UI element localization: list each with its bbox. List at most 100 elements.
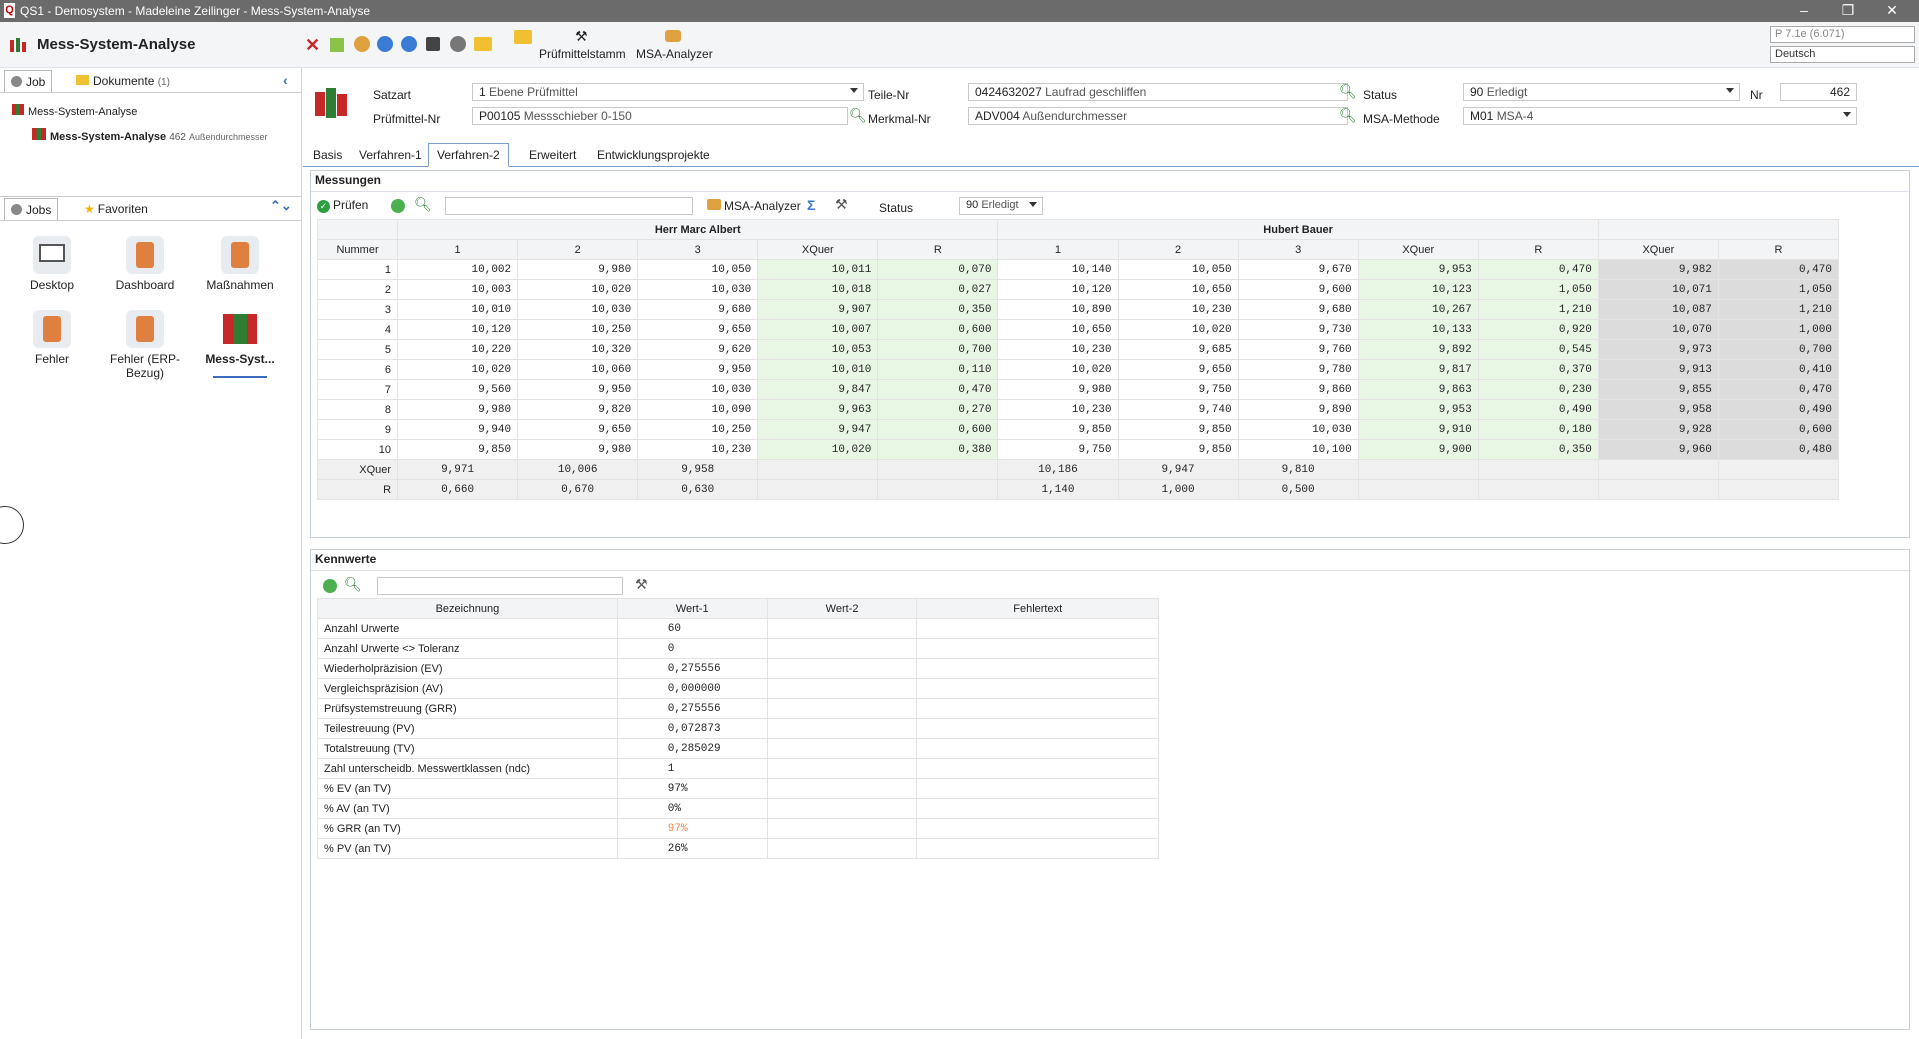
- measurement-cell[interactable]: 9,950: [637, 359, 759, 380]
- column-header[interactable]: 3: [1237, 239, 1359, 260]
- measurement-cell[interactable]: 9,980: [997, 379, 1119, 400]
- kennwert-name[interactable]: Vergleichspräzision (AV): [317, 678, 618, 699]
- fehlertext-cell[interactable]: [916, 618, 1159, 639]
- measurement-cell[interactable]: 9,817: [1357, 359, 1479, 380]
- measurement-cell[interactable]: 10,007: [757, 319, 879, 340]
- fehlertext-cell[interactable]: [916, 678, 1159, 699]
- measurement-cell[interactable]: 0,470: [1717, 259, 1840, 280]
- job-dashboard[interactable]: Dashboard: [100, 236, 190, 292]
- table-row[interactable]: 8 9,980 9,820 10,090 9,963 0,270 10,230 9,740 9,…: [316, 399, 1840, 420]
- fehlertext-cell[interactable]: [916, 658, 1159, 679]
- kennwert-value[interactable]: 97%: [616, 778, 768, 799]
- measurement-cell[interactable]: 9,650: [517, 419, 639, 440]
- tools-icon[interactable]: ⚒: [835, 196, 848, 213]
- fehlertext-cell[interactable]: [916, 778, 1159, 799]
- kennwert-value[interactable]: 0,275556: [616, 658, 768, 679]
- measurement-cell[interactable]: 0,920: [1477, 319, 1599, 340]
- kennwert-name[interactable]: Anzahl Urwerte <> Toleranz: [317, 638, 618, 659]
- kennwert-name[interactable]: Anzahl Urwerte: [317, 618, 618, 639]
- measurement-cell[interactable]: 9,740: [1117, 399, 1239, 420]
- measurement-cell[interactable]: 9,953: [1357, 399, 1479, 420]
- tab-jobs[interactable]: Jobs: [4, 198, 59, 220]
- kennwert-value[interactable]: 1: [616, 758, 768, 779]
- measurement-cell[interactable]: 10,020: [1117, 319, 1239, 340]
- search-icon[interactable]: 🔍︎: [344, 576, 362, 593]
- table-row[interactable]: Totalstreuung (TV) 0,285029: [317, 738, 1159, 759]
- wert-2-cell[interactable]: [766, 738, 918, 759]
- tab-entwicklungsprojekte[interactable]: Entwicklungsprojekte: [593, 148, 714, 162]
- wert-2-cell[interactable]: [766, 818, 918, 839]
- column-header[interactable]: Bezeichnung: [317, 598, 618, 619]
- kennwert-name[interactable]: Teilestreuung (PV): [317, 718, 618, 739]
- measurement-cell[interactable]: 9,863: [1357, 379, 1479, 400]
- measurement-cell[interactable]: 10,087: [1597, 299, 1719, 320]
- measurement-cell[interactable]: 0,270: [877, 399, 999, 420]
- measurement-cell[interactable]: 10,003: [397, 279, 519, 300]
- measurement-cell[interactable]: 9,980: [517, 439, 639, 460]
- nr-field[interactable]: 462: [1780, 83, 1857, 101]
- folder-icon[interactable]: [474, 37, 492, 51]
- table-row[interactable]: Zahl unterscheidb. Messwertklassen (ndc)…: [317, 758, 1159, 779]
- column-header[interactable]: R: [877, 239, 999, 260]
- row-number[interactable]: 10: [316, 439, 399, 460]
- measurement-cell[interactable]: 10,230: [637, 439, 759, 460]
- table-row[interactable]: Anzahl Urwerte <> Toleranz 0: [317, 638, 1159, 659]
- row-number[interactable]: 8: [316, 399, 399, 420]
- table-row[interactable]: 7 9,560 9,950 10,030 9,847 0,470 9,980 9,750 9,8…: [316, 379, 1840, 400]
- measurement-cell[interactable]: 10,090: [637, 399, 759, 420]
- measurement-cell[interactable]: 9,850: [997, 419, 1119, 440]
- kennwert-name[interactable]: Prüfsystemstreuung (GRR): [317, 698, 618, 719]
- measurement-cell[interactable]: 0,545: [1477, 339, 1599, 360]
- measurement-cell[interactable]: 9,947: [757, 419, 879, 440]
- column-header[interactable]: Fehlertext: [916, 598, 1159, 619]
- fehlertext-cell[interactable]: [916, 758, 1159, 779]
- teile-field[interactable]: 0424632027 Laufrad geschliffen: [968, 83, 1348, 101]
- help-icon[interactable]: [401, 36, 417, 52]
- measurement-cell[interactable]: 10,030: [517, 299, 639, 320]
- fehlertext-cell[interactable]: [916, 718, 1159, 739]
- table-row[interactable]: % PV (an TV) 26%: [317, 838, 1159, 859]
- kennwert-name[interactable]: % AV (an TV): [317, 798, 618, 819]
- measurement-cell[interactable]: 9,620: [637, 339, 759, 360]
- measurement-cell[interactable]: 10,120: [997, 279, 1119, 300]
- column-header[interactable]: XQuer: [1357, 239, 1479, 260]
- column-header[interactable]: XQuer: [1597, 239, 1719, 260]
- msa-analyzer-button[interactable]: MSA-Analyzer: [707, 199, 801, 213]
- wert-2-cell[interactable]: [766, 698, 918, 719]
- filter-input[interactable]: [445, 197, 693, 215]
- wert-2-cell[interactable]: [766, 778, 918, 799]
- measurement-cell[interactable]: 10,050: [1117, 259, 1239, 280]
- fehlertext-cell[interactable]: [916, 638, 1159, 659]
- version-select[interactable]: P 7.1e (6.071): [1770, 26, 1915, 43]
- kennwert-value[interactable]: 0: [616, 638, 768, 659]
- measurement-cell[interactable]: 0,110: [877, 359, 999, 380]
- wert-2-cell[interactable]: [766, 638, 918, 659]
- measurement-cell[interactable]: 10,011: [757, 259, 879, 280]
- column-header[interactable]: 1: [397, 239, 519, 260]
- measurement-cell[interactable]: 10,020: [997, 359, 1119, 380]
- table-row[interactable]: 1 10,002 9,980 10,050 10,011 0,070 10,140 10,05…: [316, 259, 1840, 280]
- table-row[interactable]: % EV (an TV) 97%: [317, 778, 1159, 799]
- measurement-cell[interactable]: 10,120: [397, 319, 519, 340]
- restore-button[interactable]: ❐: [1826, 0, 1870, 22]
- measurement-cell[interactable]: 0,700: [1717, 339, 1840, 360]
- measurement-cell[interactable]: 9,650: [1117, 359, 1239, 380]
- kennwert-name[interactable]: % GRR (an TV): [317, 818, 618, 839]
- search-icon[interactable]: 🔍︎: [414, 196, 432, 213]
- tab-dokumente[interactable]: Dokumente (1): [70, 70, 176, 92]
- row-number[interactable]: 1: [316, 259, 399, 280]
- kennwert-value[interactable]: 60: [616, 618, 768, 639]
- measurement-cell[interactable]: 10,230: [997, 399, 1119, 420]
- measurement-cell[interactable]: 1,000: [1717, 319, 1840, 340]
- kennwert-value[interactable]: 0,275556: [616, 698, 768, 719]
- status-select[interactable]: 90 Erledigt: [1463, 83, 1740, 101]
- filter-input[interactable]: [377, 577, 623, 595]
- refresh-icon[interactable]: [323, 579, 337, 593]
- row-number[interactable]: 5: [316, 339, 399, 360]
- measurement-cell[interactable]: 0,480: [1717, 439, 1840, 460]
- minimize-button[interactable]: –: [1782, 0, 1826, 22]
- measurement-cell[interactable]: 10,030: [637, 279, 759, 300]
- kennwert-value[interactable]: 26%: [616, 838, 768, 859]
- table-row[interactable]: 3 10,010 10,030 9,680 9,907 0,350 10,890 10,230…: [316, 299, 1840, 320]
- measurement-cell[interactable]: 1,050: [1477, 279, 1599, 300]
